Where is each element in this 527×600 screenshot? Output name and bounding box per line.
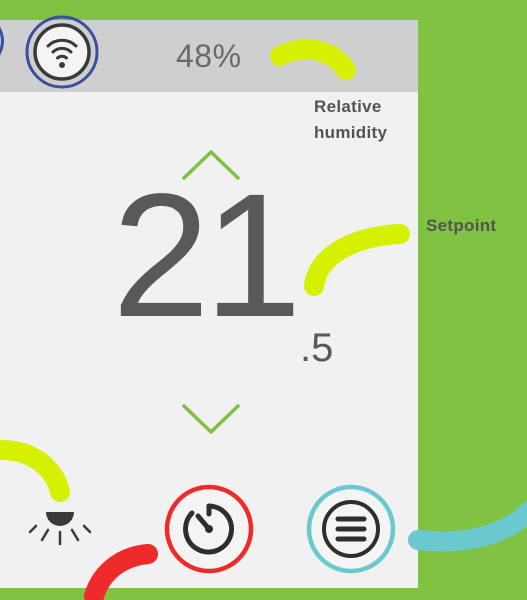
humidity-annotation-line1: Relative	[314, 97, 382, 116]
wifi-icon[interactable]	[22, 8, 124, 98]
timer-highlight-mark	[84, 544, 158, 600]
humidity-annotation-line2: humidity	[314, 123, 388, 142]
setpoint-decimal: .5	[300, 326, 334, 370]
menu-icon[interactable]	[304, 482, 398, 576]
wifi-highlight-mark	[0, 26, 4, 56]
humidity-highlight-mark	[270, 39, 356, 80]
setpoint-highlight-mark	[304, 224, 410, 296]
timer-icon[interactable]	[162, 482, 256, 576]
light-highlight-mark	[0, 440, 70, 502]
menu-highlight-mark	[408, 502, 527, 552]
humidity-annotation: Relative humidity	[314, 94, 424, 146]
setpoint-value: 21	[112, 158, 302, 354]
setpoint-annotation: Setpoint	[426, 216, 497, 235]
chevron-down-icon[interactable]	[178, 398, 244, 438]
humidity-value: 48%	[176, 38, 242, 74]
